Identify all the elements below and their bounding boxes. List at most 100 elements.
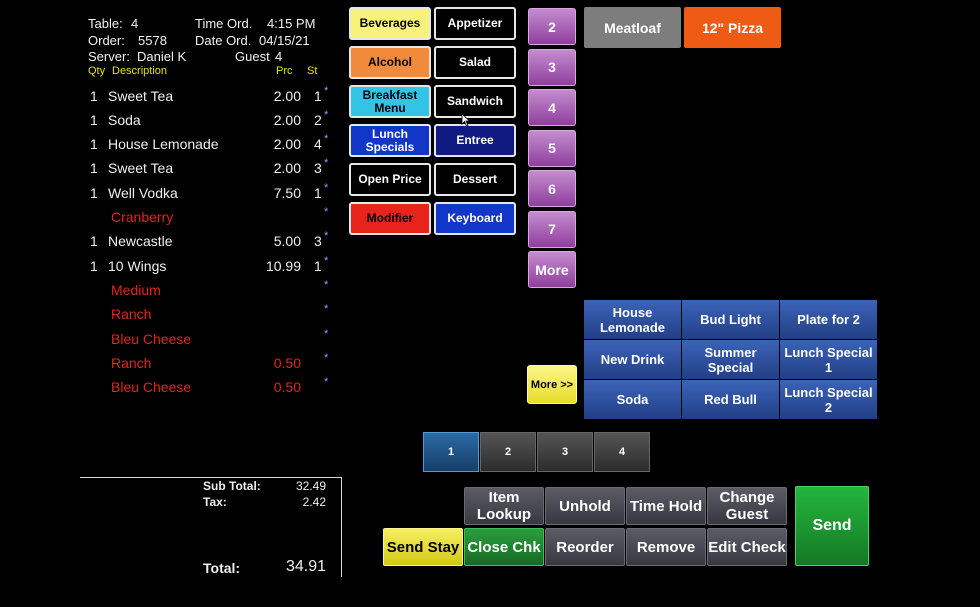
quick-item-button[interactable]: Lunch Special 1 xyxy=(780,340,877,379)
category-label: Salad xyxy=(458,55,491,69)
order-line[interactable]: 1 10 Wings 10.99 1 * xyxy=(0,255,340,279)
page-button[interactable]: 5 xyxy=(528,129,576,167)
seat-tab-label: 3 xyxy=(561,446,569,458)
tax-value: 2.42 xyxy=(302,495,326,509)
remove-button[interactable]: Remove xyxy=(626,528,706,566)
category-button[interactable]: Beverages xyxy=(349,7,431,40)
line-sent-mark: * xyxy=(324,133,329,145)
modifier-line[interactable]: Bleu Cheese * xyxy=(0,328,340,352)
quick-item-label: Bud Light xyxy=(700,312,761,327)
page-label: More xyxy=(535,261,569,278)
page-button[interactable]: 3 xyxy=(528,48,576,86)
item-lookup-button[interactable]: Item Lookup xyxy=(464,487,544,525)
line-status: 3 xyxy=(314,233,322,249)
send-button[interactable]: Send xyxy=(795,486,869,566)
order-line[interactable]: 1 House Lemonade 2.00 4 * xyxy=(0,133,340,157)
line-description: Bleu Cheese xyxy=(111,331,192,347)
seat-tab-label: 1 xyxy=(447,446,455,458)
table-value: 4 xyxy=(131,16,139,31)
quick-item-button[interactable]: New Drink xyxy=(584,340,681,379)
seat-tab[interactable]: 4 xyxy=(594,432,650,472)
quick-item-button[interactable]: Bud Light xyxy=(682,300,779,339)
order-line[interactable]: 1 Sweet Tea 2.00 3 * xyxy=(0,157,340,181)
page-label: 5 xyxy=(548,140,556,156)
category-button[interactable]: Sandwich xyxy=(434,85,516,118)
item-pizza-button[interactable]: 12" Pizza xyxy=(684,7,781,48)
total-value: 34.91 xyxy=(285,558,326,575)
col-price: Prc xyxy=(276,65,293,77)
modifier-line[interactable]: Ranch * xyxy=(0,303,340,327)
time-ordered-label: Time Ord. xyxy=(195,16,253,31)
more-items-button[interactable]: More >> xyxy=(527,365,577,404)
line-price: 2.00 xyxy=(273,136,301,152)
guest-label: Guest xyxy=(235,49,270,64)
line-sent-mark: * xyxy=(324,109,329,121)
category-button[interactable]: Open Price xyxy=(349,163,431,196)
seat-tab[interactable]: 1 xyxy=(423,432,479,472)
quick-item-button[interactable]: Lunch Special 2 xyxy=(780,380,877,419)
line-sent-mark: * xyxy=(324,206,329,218)
line-qty: 1 xyxy=(90,136,98,152)
category-button[interactable]: Keyboard xyxy=(434,202,516,235)
quick-item-label: New Drink xyxy=(600,352,665,367)
category-button[interactable]: Modifier xyxy=(349,202,431,235)
line-description: Sweet Tea xyxy=(108,88,174,104)
category-button[interactable]: Lunch Specials xyxy=(349,124,431,157)
category-button[interactable]: Appetizer xyxy=(434,7,516,40)
edit-check-button[interactable]: Edit Check xyxy=(707,528,787,566)
unhold-button[interactable]: Unhold xyxy=(545,487,625,525)
category-button[interactable]: Alcohol xyxy=(349,46,431,79)
close-check-label: Close Chk xyxy=(467,538,541,556)
remove-label: Remove xyxy=(636,538,696,556)
page-button[interactable]: 6 xyxy=(528,170,576,207)
line-description: Newcastle xyxy=(108,233,173,249)
line-description: Ranch xyxy=(111,355,152,371)
category-button[interactable]: Breakfast Menu xyxy=(349,85,431,118)
send-stay-button[interactable]: Send Stay xyxy=(383,528,463,566)
order-line[interactable]: 1 Soda 2.00 2 * xyxy=(0,109,340,133)
line-description: Well Vodka xyxy=(108,185,178,201)
category-button[interactable]: Entree xyxy=(434,124,516,157)
page-button[interactable]: 7 xyxy=(528,210,576,248)
time-hold-button[interactable]: Time Hold xyxy=(626,487,706,525)
order-line[interactable]: 1 Newcastle 5.00 3 * xyxy=(0,230,340,254)
page-button[interactable]: 4 xyxy=(528,89,576,126)
line-qty: 1 xyxy=(90,160,98,176)
quick-item-label: Plate for 2 xyxy=(797,312,860,327)
line-price: 0.50 xyxy=(273,355,301,371)
change-guest-button[interactable]: Change Guest xyxy=(707,487,787,525)
category-label: Modifier xyxy=(366,211,414,225)
line-sent-mark: * xyxy=(324,157,329,169)
reorder-button[interactable]: Reorder xyxy=(545,528,625,566)
page-label: 2 xyxy=(548,18,556,35)
quick-item-button[interactable]: Soda xyxy=(584,380,681,419)
seat-tab[interactable]: 2 xyxy=(480,432,536,472)
line-qty: 1 xyxy=(90,258,98,274)
order-line[interactable]: 1 Well Vodka 7.50 1 * xyxy=(0,182,340,206)
seat-tab[interactable]: 3 xyxy=(537,432,593,472)
page-button[interactable]: More xyxy=(528,251,576,288)
change-guest-label: Change Guest xyxy=(719,489,775,523)
modifier-line[interactable]: Medium * xyxy=(0,279,340,303)
modifier-line[interactable]: Ranch 0.50 * xyxy=(0,352,340,376)
quick-item-button[interactable]: Summer Special xyxy=(682,340,779,379)
total-label: Total: xyxy=(203,560,241,576)
quick-item-button[interactable]: Red Bull xyxy=(682,380,779,419)
line-description: 10 Wings xyxy=(108,258,167,274)
modifier-line[interactable]: Cranberry * xyxy=(0,206,340,230)
line-status: 4 xyxy=(314,136,322,152)
quick-item-button[interactable]: House Lemonade xyxy=(584,300,681,339)
line-sent-mark: * xyxy=(324,279,329,291)
category-button[interactable]: Dessert xyxy=(434,163,516,196)
modifier-line[interactable]: Bleu Cheese 0.50 * xyxy=(0,376,340,400)
quick-item-label: Summer Special xyxy=(704,344,757,375)
close-check-button[interactable]: Close Chk xyxy=(464,528,544,566)
subtotal-value: 32.49 xyxy=(295,479,326,493)
line-sent-mark: * xyxy=(324,376,329,388)
category-button[interactable]: Salad xyxy=(434,46,516,79)
page-button[interactable]: 2 xyxy=(528,8,576,45)
order-line[interactable]: 1 Sweet Tea 2.00 1 * xyxy=(0,85,340,109)
line-description: Cranberry xyxy=(111,209,174,225)
item-meatloaf-button[interactable]: Meatloaf xyxy=(584,7,681,48)
quick-item-button[interactable]: Plate for 2 xyxy=(780,300,877,339)
